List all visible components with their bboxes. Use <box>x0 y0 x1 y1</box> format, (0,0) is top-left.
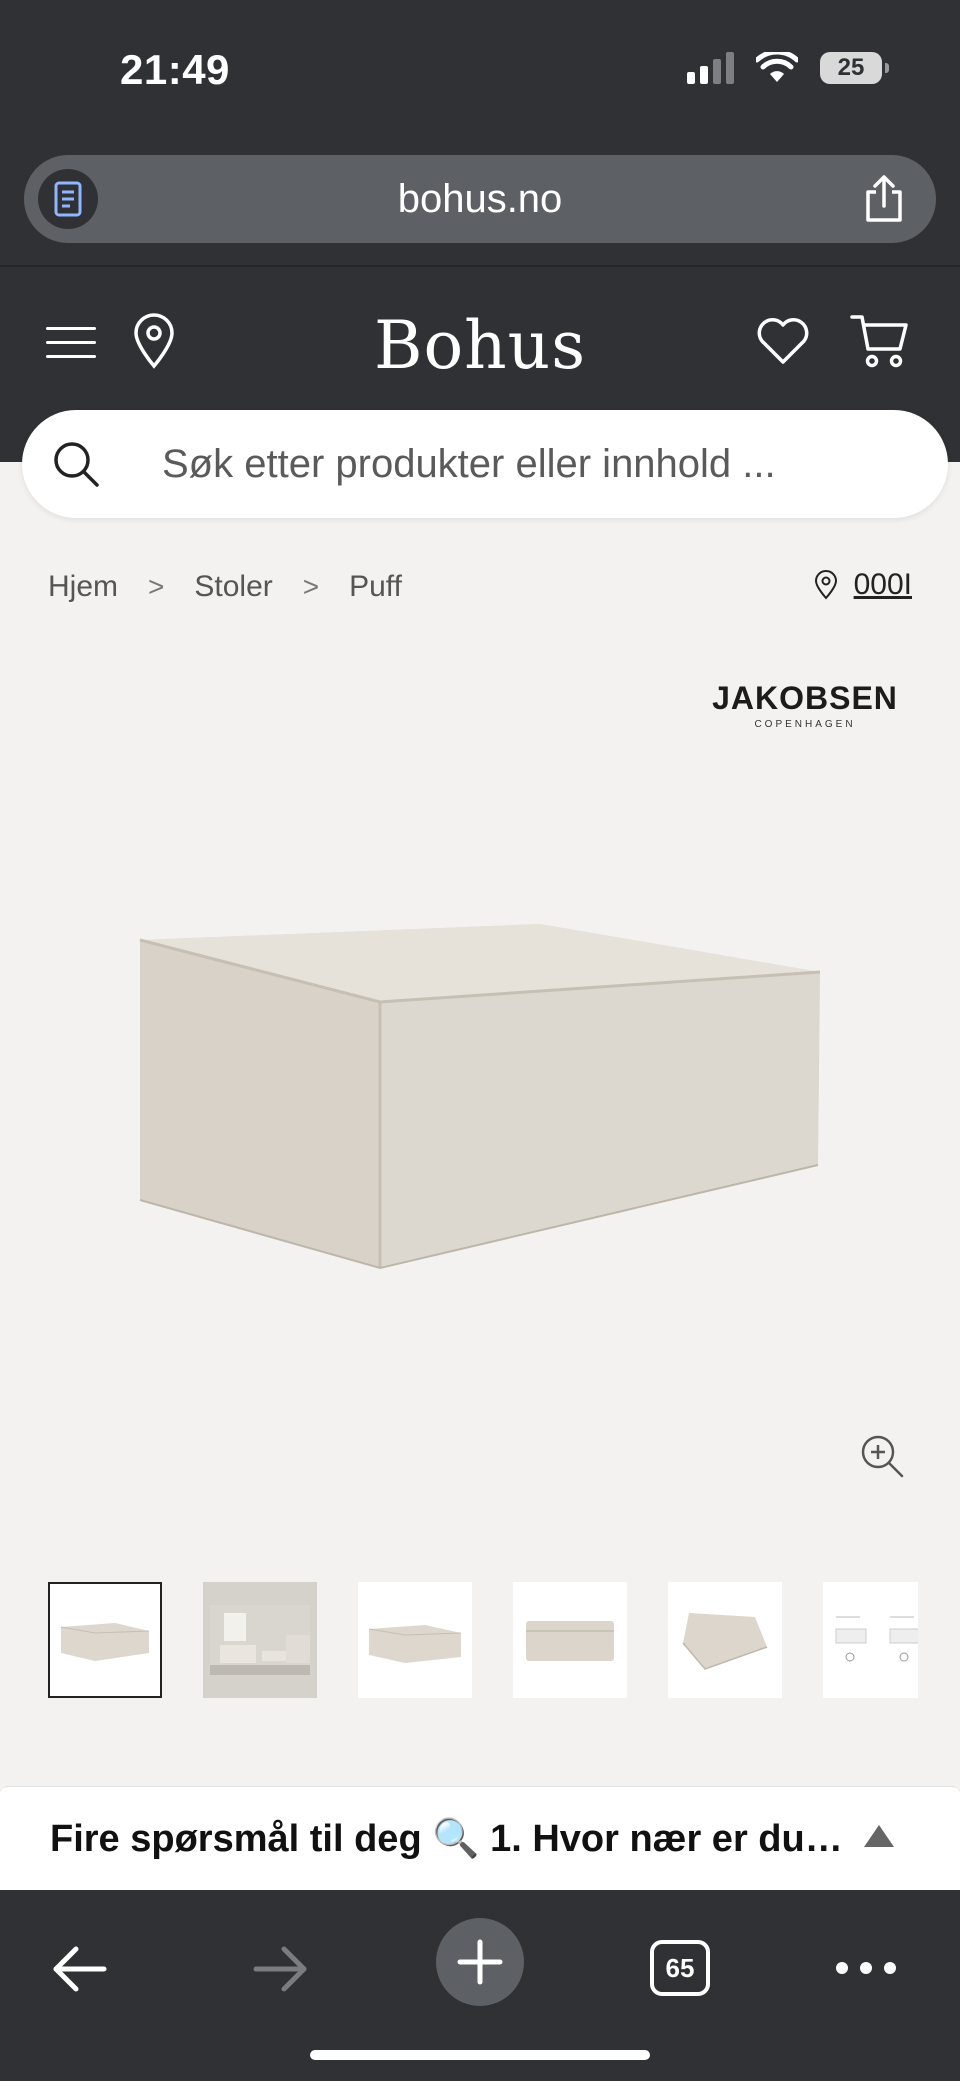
zoom-in-icon <box>861 1435 904 1478</box>
status-bar: 21:49 25 <box>0 0 960 145</box>
brand-name: JAKOBSEN <box>712 680 898 716</box>
wishlist-button[interactable] <box>756 315 810 367</box>
browser-address-area: bohus.no <box>0 145 960 267</box>
search-input[interactable] <box>162 432 902 496</box>
share-icon <box>866 175 902 222</box>
thumbnail-5[interactable] <box>668 1582 782 1698</box>
thumbnail-4[interactable] <box>513 1582 627 1698</box>
dots-icon <box>836 1962 848 1974</box>
search-icon[interactable] <box>52 440 100 488</box>
breadcrumb-home[interactable]: Hjem <box>48 570 118 604</box>
breadcrumb-chairs[interactable]: Stoler <box>194 570 272 604</box>
address-bar[interactable]: bohus.no <box>24 155 936 243</box>
thumbnail-6[interactable] <box>823 1582 918 1698</box>
breadcrumb-current: Puff <box>349 570 402 603</box>
cart-button[interactable] <box>850 311 910 369</box>
store-code: 000I <box>853 568 912 601</box>
more-options-button[interactable] <box>836 1956 896 1980</box>
status-indicators: 25 <box>687 52 889 84</box>
thumbnail-3[interactable] <box>358 1582 472 1698</box>
heart-icon <box>757 318 809 364</box>
chevron-right-icon: > <box>302 571 320 602</box>
product-image[interactable] <box>130 910 830 1280</box>
brand-logo: JAKOBSEN COPENHAGEN <box>710 680 900 730</box>
back-arrow-icon[interactable] <box>50 1944 110 1994</box>
cellular-signal-icon <box>687 52 734 84</box>
plus-icon <box>457 1939 503 1985</box>
status-time: 21:49 <box>120 46 230 93</box>
survey-text: Fire spørsmål til deg 🔍 1. Hvor nær er d… <box>50 1818 850 1860</box>
url-text: bohus.no <box>397 177 563 221</box>
brand-subtitle: COPENHAGEN <box>754 719 856 730</box>
chevron-up-icon[interactable] <box>862 1821 896 1851</box>
zoom-button[interactable] <box>858 1432 906 1480</box>
thumbnail-strip <box>48 1582 918 1700</box>
tab-switcher-button[interactable]: 65 <box>650 1940 710 1996</box>
selected-store-link[interactable]: 000I <box>814 568 912 602</box>
cart-icon <box>850 315 908 368</box>
thumbnail-1[interactable] <box>48 1582 162 1698</box>
home-indicator[interactable] <box>310 2050 650 2060</box>
location-pin-icon <box>814 570 837 600</box>
wifi-icon <box>756 52 798 82</box>
search-bar <box>22 410 948 518</box>
thumbnail-2[interactable] <box>203 1582 317 1698</box>
site-logo[interactable]: Bohus <box>0 307 960 384</box>
battery-icon: 25 <box>820 52 889 84</box>
forward-arrow-icon[interactable] <box>250 1944 310 1994</box>
chevron-right-icon: > <box>148 571 165 602</box>
share-button[interactable] <box>860 173 908 225</box>
survey-banner[interactable]: Fire spørsmål til deg 🔍 1. Hvor nær er d… <box>0 1786 960 1890</box>
breadcrumb: Hjem > Stoler > Puff <box>48 570 402 604</box>
new-tab-button[interactable] <box>436 1918 524 2006</box>
browser-toolbar: 65 <box>0 1890 960 2081</box>
